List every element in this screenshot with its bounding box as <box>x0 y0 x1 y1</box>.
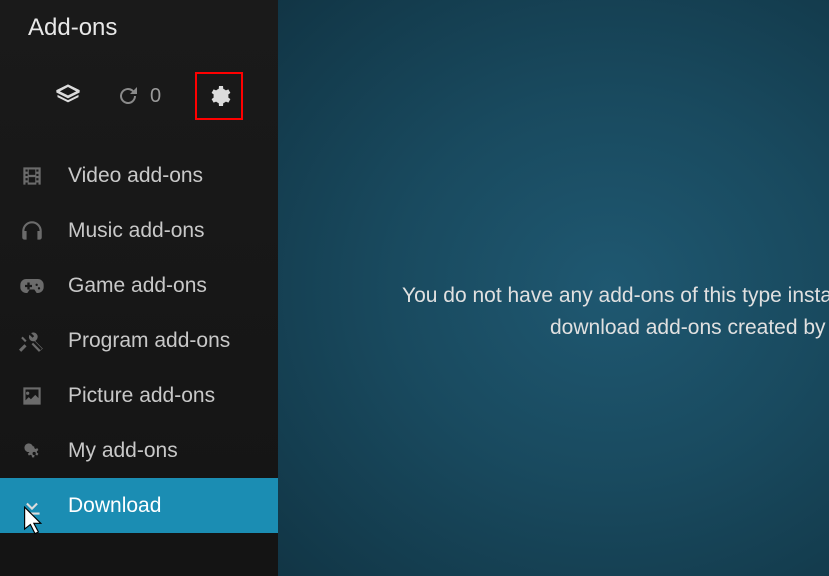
sidebar-item-label: My add-ons <box>68 439 178 463</box>
sidebar-item-label: Game add-ons <box>68 274 207 298</box>
sidebar-item-label: Download <box>68 494 161 518</box>
package-button[interactable] <box>44 72 92 120</box>
sidebar-item-picture-addons[interactable]: Picture add-ons <box>0 368 278 423</box>
message-line2: download add-ons created by our cor <box>328 312 809 344</box>
sidebar-item-my-addons[interactable]: My add-ons <box>0 423 278 478</box>
sidebar-item-label: Music add-ons <box>68 219 205 243</box>
gamepad-icon <box>18 272 46 300</box>
settings-button[interactable] <box>195 72 243 120</box>
refresh-count: 0 <box>150 85 161 108</box>
tools-icon <box>18 327 46 355</box>
sidebar-item-label: Picture add-ons <box>68 384 215 408</box>
sidebar: Add-ons 0 Video add-ons <box>0 0 278 576</box>
page-title: Add-ons <box>0 0 278 52</box>
sidebar-item-program-addons[interactable]: Program add-ons <box>0 313 278 368</box>
gears-icon <box>18 437 46 465</box>
sidebar-item-label: Video add-ons <box>68 164 203 188</box>
gear-icon <box>207 83 231 109</box>
sidebar-list: Video add-ons Music add-ons Game add-ons… <box>0 148 278 533</box>
download-icon <box>18 492 46 520</box>
main-content: You do not have any add-ons of this type… <box>278 0 829 576</box>
sidebar-item-music-addons[interactable]: Music add-ons <box>0 203 278 258</box>
refresh-button[interactable]: 0 <box>116 84 161 108</box>
box-open-icon <box>54 82 82 110</box>
headphones-icon <box>18 217 46 245</box>
sidebar-item-download[interactable]: Download <box>0 478 278 533</box>
sidebar-item-game-addons[interactable]: Game add-ons <box>0 258 278 313</box>
message-line1: You do not have any add-ons of this type… <box>328 280 809 312</box>
sidebar-item-label: Program add-ons <box>68 329 230 353</box>
picture-icon <box>18 382 46 410</box>
refresh-icon <box>116 84 140 108</box>
film-icon <box>18 162 46 190</box>
empty-state-message: You do not have any add-ons of this type… <box>278 280 829 343</box>
toolbar: 0 <box>0 52 278 148</box>
sidebar-item-video-addons[interactable]: Video add-ons <box>0 148 278 203</box>
